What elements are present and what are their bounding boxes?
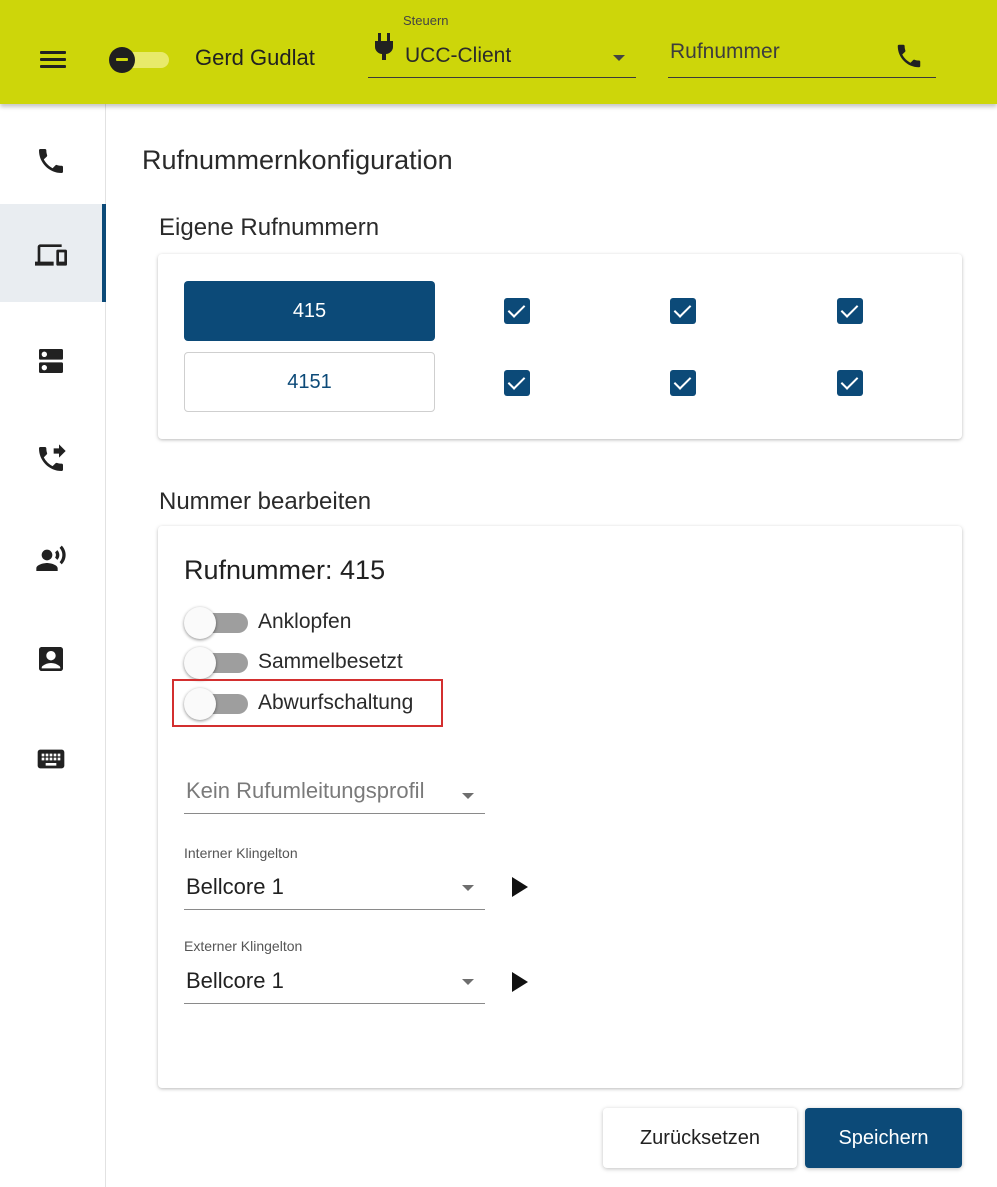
- control-client-select[interactable]: UCC-Client: [368, 30, 636, 78]
- control-client-value: UCC-Client: [405, 44, 512, 67]
- phone-number-placeholder: Rufnummer: [670, 40, 780, 63]
- sidebar-item-calls[interactable]: [0, 110, 105, 208]
- sidebar-item-call-forwarding[interactable]: [0, 408, 105, 506]
- play-internal-ringtone-icon[interactable]: [512, 877, 528, 897]
- external-ringtone-value: Bellcore 1: [186, 968, 284, 993]
- number-4151-checkbox-2[interactable]: [670, 370, 696, 396]
- sidebar-item-contacts[interactable]: [0, 608, 105, 706]
- keyboard-icon: [37, 749, 65, 769]
- person-voice-icon: [36, 545, 66, 571]
- do-not-disturb-icon: [109, 47, 135, 73]
- sidebar-item-keypad[interactable]: [0, 708, 105, 806]
- number-button-4151[interactable]: 4151: [184, 352, 435, 412]
- dial-phone-icon[interactable]: [894, 41, 924, 71]
- sidebar-item-voice[interactable]: [0, 508, 105, 606]
- forwarding-profile-select[interactable]: Kein Rufumleitungsprofil: [184, 766, 485, 814]
- number-415-checkbox-1[interactable]: [504, 298, 530, 324]
- user-name: Gerd Gudlat: [195, 45, 315, 70]
- toggle-knob: [184, 607, 216, 639]
- page-title: Rufnummernkonfiguration: [142, 145, 453, 175]
- play-external-ringtone-icon[interactable]: [512, 972, 528, 992]
- number-4151-checkbox-3[interactable]: [837, 370, 863, 396]
- sidebar-item-server[interactable]: [0, 310, 105, 408]
- internal-ringtone-select[interactable]: Bellcore 1: [184, 864, 485, 910]
- toggle-knob: [184, 647, 216, 679]
- number-415-checkbox-3[interactable]: [837, 298, 863, 324]
- external-ringtone-select[interactable]: Bellcore 1: [184, 958, 485, 1004]
- sidebar-item-devices[interactable]: [0, 204, 106, 302]
- internal-ringtone-label: Interner Klingelton: [184, 845, 298, 861]
- chevron-down-icon: [613, 55, 625, 61]
- plug-icon: [375, 33, 393, 60]
- contact-card-icon: [39, 647, 63, 671]
- number-415-checkbox-2[interactable]: [670, 298, 696, 324]
- internal-ringtone-value: Bellcore 1: [186, 874, 284, 899]
- server-icon: [39, 349, 63, 373]
- top-bar: Gerd Gudlat Steuern UCC-Client Rufnummer: [0, 0, 997, 104]
- chevron-down-icon: [462, 793, 474, 799]
- hamburger-menu-icon[interactable]: [40, 47, 68, 69]
- toggle-sammelbesetzt[interactable]: Sammelbesetzt: [184, 644, 424, 679]
- highlight-box: [172, 679, 443, 727]
- chevron-down-icon: [462, 885, 474, 891]
- forwarding-profile-placeholder: Kein Rufumleitungsprofil: [186, 778, 425, 803]
- phone-number-input[interactable]: Rufnummer: [668, 30, 936, 78]
- external-ringtone-label: Externer Klingelton: [184, 938, 303, 954]
- availability-toggle[interactable]: [109, 47, 171, 73]
- sidebar: [0, 104, 106, 1187]
- save-button[interactable]: Speichern: [805, 1108, 962, 1168]
- toggle-label: Sammelbesetzt: [258, 650, 403, 673]
- control-field-label: Steuern: [403, 13, 449, 28]
- devices-icon: [35, 244, 67, 266]
- phone-icon: [39, 149, 63, 173]
- edit-number-heading: Rufnummer: 415: [184, 555, 386, 585]
- call-forward-icon: [39, 444, 66, 471]
- chevron-down-icon: [462, 979, 474, 985]
- toggle-label: Anklopfen: [258, 610, 352, 633]
- toggle-anklopfen[interactable]: Anklopfen: [184, 604, 384, 639]
- own-numbers-title: Eigene Rufnummern: [159, 214, 380, 241]
- reset-button[interactable]: Zurücksetzen: [603, 1108, 797, 1168]
- edit-number-title: Nummer bearbeiten: [159, 488, 372, 515]
- number-4151-checkbox-1[interactable]: [504, 370, 530, 396]
- number-button-415[interactable]: 415: [184, 281, 435, 341]
